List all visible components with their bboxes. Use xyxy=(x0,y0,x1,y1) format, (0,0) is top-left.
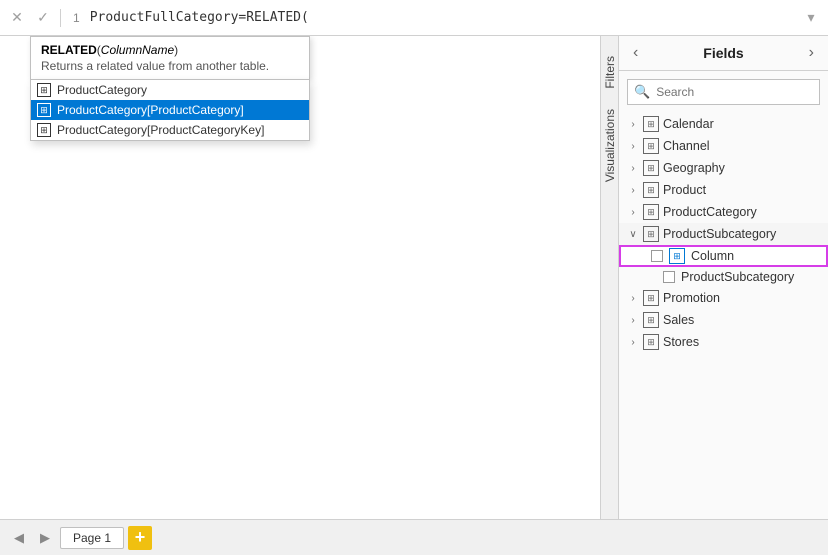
field-group-label-promotion: Promotion xyxy=(663,291,720,305)
field-group-label-calendar: Calendar xyxy=(663,117,714,131)
field-group-header-productsubcategory[interactable]: ∨ ⊞ ProductSubcategory xyxy=(619,223,828,245)
fields-panel-title: Fields xyxy=(703,45,743,61)
line-number: 1 xyxy=(67,11,86,25)
field-child-column[interactable]: ⊞ Column xyxy=(619,245,828,267)
table-icon-calendar: ⊞ xyxy=(643,116,659,132)
field-group-header-channel[interactable]: › ⊞ Channel xyxy=(619,135,828,157)
tooltip-func-name: RELATED xyxy=(41,43,97,57)
tooltip-signature: RELATED(ColumnName) xyxy=(41,43,299,57)
search-box[interactable]: 🔍 xyxy=(627,79,820,105)
bottom-bar: ◀ ▶ Page 1 + xyxy=(0,519,828,555)
chevron-stores: › xyxy=(627,337,639,348)
field-group-label-channel: Channel xyxy=(663,139,710,153)
fields-list: › ⊞ Calendar › ⊞ Channel › ⊞ Geography xyxy=(619,109,828,519)
field-group-header-product[interactable]: › ⊞ Product xyxy=(619,179,828,201)
field-group-header-promotion[interactable]: › ⊞ Promotion xyxy=(619,287,828,309)
field-group-label-stores: Stores xyxy=(663,335,699,349)
table-icon-sales: ⊞ xyxy=(643,312,659,328)
field-group-geography: › ⊞ Geography xyxy=(619,157,828,179)
tooltip-paren-close: ) xyxy=(174,43,178,57)
field-child-productsubcategory[interactable]: ProductSubcategory xyxy=(619,267,828,287)
autocomplete-label-0: ProductCategory xyxy=(57,83,147,97)
add-page-button[interactable]: + xyxy=(128,526,152,550)
table-icon-promotion: ⊞ xyxy=(643,290,659,306)
autocomplete-item-2[interactable]: ⊞ ProductCategory[ProductCategoryKey] xyxy=(31,120,309,140)
column-table-icon: ⊞ xyxy=(669,248,685,264)
table-icon-productsubcategory: ⊞ xyxy=(643,226,659,242)
table-icon-product: ⊞ xyxy=(643,182,659,198)
search-icon: 🔍 xyxy=(634,84,650,100)
field-child-label-column: Column xyxy=(691,249,734,263)
fields-header: ‹ Fields › xyxy=(619,36,828,71)
main-area: RELATED(ColumnName) Returns a related va… xyxy=(0,36,828,519)
autocomplete-item-0[interactable]: ⊞ ProductCategory xyxy=(31,80,309,100)
confirm-icon[interactable]: ✓ xyxy=(32,7,54,29)
field-group-label-product: Product xyxy=(663,183,706,197)
field-group-header-productcategory[interactable]: › ⊞ ProductCategory xyxy=(619,201,828,223)
autocomplete-label-2: ProductCategory[ProductCategoryKey] xyxy=(57,123,264,137)
field-group-product: › ⊞ Product xyxy=(619,179,828,201)
chevron-geography: › xyxy=(627,163,639,174)
chevron-productcategory: › xyxy=(627,207,639,218)
fields-nav-right[interactable]: › xyxy=(805,44,818,62)
table-icon-channel: ⊞ xyxy=(643,138,659,154)
fields-panel: ‹ Fields › 🔍 › ⊞ Calendar › xyxy=(618,36,828,519)
fields-nav-left[interactable]: ‹ xyxy=(629,44,642,62)
search-input[interactable] xyxy=(656,85,813,99)
chevron-channel: › xyxy=(627,141,639,152)
field-group-promotion: › ⊞ Promotion xyxy=(619,287,828,309)
editor-area: RELATED(ColumnName) Returns a related va… xyxy=(0,36,600,519)
table-icon-2: ⊞ xyxy=(37,123,51,137)
checkbox-column[interactable] xyxy=(651,250,663,262)
field-group-channel: › ⊞ Channel xyxy=(619,135,828,157)
side-tabs: Filters Visualizations xyxy=(600,36,618,519)
field-group-label-productcategory: ProductCategory xyxy=(663,205,757,219)
formula-bar[interactable]: ProductFullCategory=RELATED( xyxy=(90,10,796,25)
field-child-label-productsubcategory: ProductSubcategory xyxy=(681,270,794,284)
field-group-productsubcategory: ∨ ⊞ ProductSubcategory ⊞ Column ProductS… xyxy=(619,223,828,287)
table-icon-geography: ⊞ xyxy=(643,160,659,176)
chevron-calendar: › xyxy=(627,119,639,130)
autocomplete-label-1: ProductCategory[ProductCategory] xyxy=(57,103,244,117)
toolbar-divider xyxy=(60,9,61,27)
tooltip-desc: Returns a related value from another tab… xyxy=(41,59,299,73)
tooltip-param: ColumnName xyxy=(101,43,174,57)
side-tab-filters[interactable]: Filters xyxy=(601,46,619,99)
table-icon-1: ⊞ xyxy=(37,103,51,117)
checkbox-productsubcategory[interactable] xyxy=(663,271,675,283)
field-group-header-geography[interactable]: › ⊞ Geography xyxy=(619,157,828,179)
field-group-calendar: › ⊞ Calendar xyxy=(619,113,828,135)
field-group-label-sales: Sales xyxy=(663,313,694,327)
formula-chevron-icon[interactable]: ▾ xyxy=(800,7,822,29)
autocomplete-list: ⊞ ProductCategory ⊞ ProductCategory[Prod… xyxy=(30,79,310,141)
page-tab-1[interactable]: Page 1 xyxy=(60,527,124,549)
chevron-sales: › xyxy=(627,315,639,326)
field-group-productcategory: › ⊞ ProductCategory xyxy=(619,201,828,223)
table-icon-productcategory: ⊞ xyxy=(643,204,659,220)
cancel-icon[interactable]: ✕ xyxy=(6,7,28,29)
field-group-header-stores[interactable]: › ⊞ Stores xyxy=(619,331,828,353)
chevron-product: › xyxy=(627,185,639,196)
autocomplete-item-1[interactable]: ⊞ ProductCategory[ProductCategory] xyxy=(31,100,309,120)
field-group-stores: › ⊞ Stores xyxy=(619,331,828,353)
formula-toolbar: ✕ ✓ 1 ProductFullCategory=RELATED( ▾ xyxy=(0,0,828,36)
chevron-promotion: › xyxy=(627,293,639,304)
autocomplete-container: RELATED(ColumnName) Returns a related va… xyxy=(30,36,310,141)
autocomplete-tooltip: RELATED(ColumnName) Returns a related va… xyxy=(30,36,310,79)
field-group-sales: › ⊞ Sales xyxy=(619,309,828,331)
nav-prev-button[interactable]: ◀ xyxy=(8,527,30,549)
side-tab-visualizations[interactable]: Visualizations xyxy=(601,99,619,192)
field-group-header-sales[interactable]: › ⊞ Sales xyxy=(619,309,828,331)
field-group-label-geography: Geography xyxy=(663,161,725,175)
field-group-header-calendar[interactable]: › ⊞ Calendar xyxy=(619,113,828,135)
table-icon-0: ⊞ xyxy=(37,83,51,97)
chevron-productsubcategory: ∨ xyxy=(627,229,639,240)
field-group-label-productsubcategory: ProductSubcategory xyxy=(663,227,776,241)
nav-next-button[interactable]: ▶ xyxy=(34,527,56,549)
table-icon-stores: ⊞ xyxy=(643,334,659,350)
